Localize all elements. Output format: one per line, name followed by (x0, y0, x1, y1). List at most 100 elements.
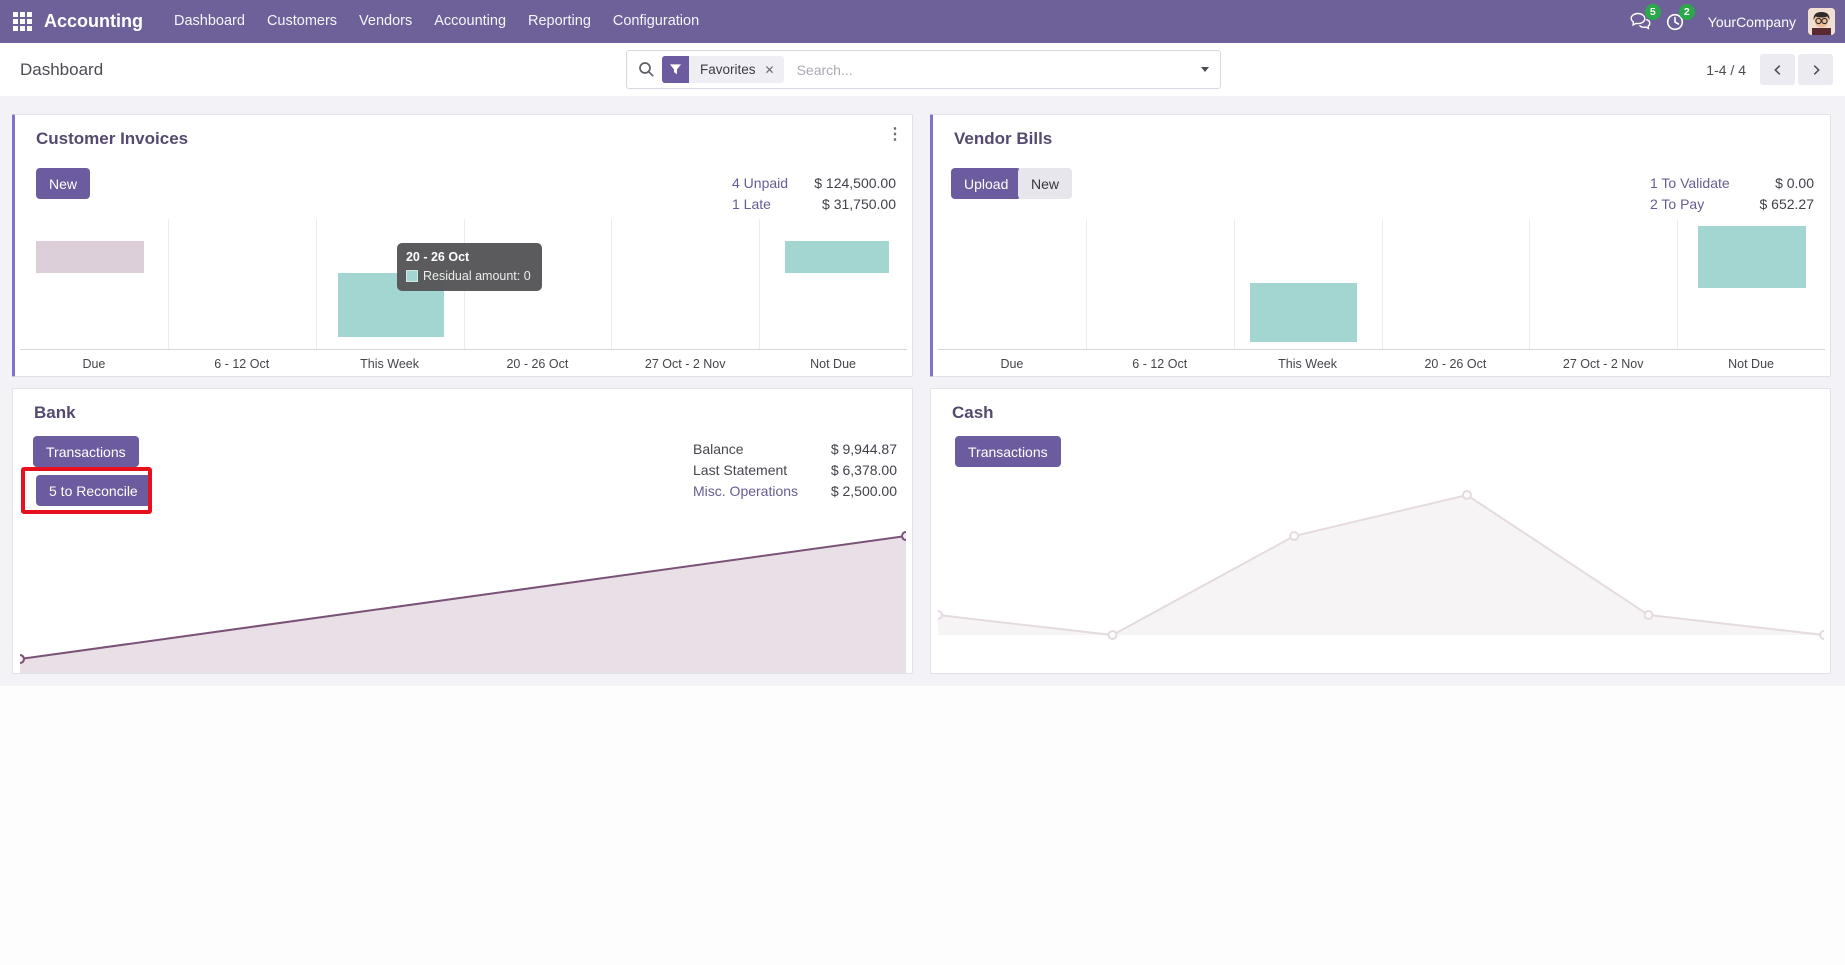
invoice-stats: 4 Unpaid $ 124,500.00 1 Late $ 31,750.00 (732, 172, 896, 214)
activities-button[interactable]: 2 (1658, 3, 1695, 37)
nav-item-reporting[interactable]: Reporting (517, 0, 602, 43)
balance-row: Balance $ 9,944.87 (693, 440, 897, 457)
axis-label: This Week (360, 357, 419, 371)
card-title[interactable]: Cash (952, 403, 994, 423)
nav-item-dashboard[interactable]: Dashboard (163, 0, 256, 43)
vendor-bills-axis-labels: Due 6 - 12 Oct This Week 20 - 26 Oct 27 Oct … (938, 351, 1825, 376)
chart-bar-this-week[interactable] (1250, 282, 1357, 343)
bill-stats: 1 To Validate $ 0.00 2 To Pay $ 652.27 (1650, 172, 1814, 214)
cash-card: Cash Transactions (930, 388, 1831, 674)
reconcile-button[interactable]: 5 to Reconcile (36, 475, 151, 506)
card-title[interactable]: Bank (34, 403, 76, 423)
data-point-marker (1643, 610, 1654, 621)
axis-label: Due (82, 357, 106, 371)
data-point-marker (933, 610, 943, 621)
nav-item-vendors[interactable]: Vendors (348, 0, 423, 43)
apps-grid-icon (12, 12, 32, 31)
chart-gridline (167, 219, 169, 349)
nav-item-configuration[interactable]: Configuration (602, 0, 710, 43)
filter-tag-label: Favorites (700, 62, 756, 77)
chart-bar-not-due[interactable] (785, 240, 890, 273)
messages-button[interactable]: 5 (1624, 3, 1661, 37)
bank-transactions-button[interactable]: Transactions (33, 436, 139, 467)
chart-bar-not-due[interactable] (1698, 225, 1807, 289)
to-validate-link[interactable]: 1 To Validate $ 0.00 (1650, 172, 1814, 193)
new-invoice-button[interactable]: New (36, 168, 91, 199)
nav-right-section: 5 2 YourCompany (1624, 3, 1845, 37)
chart-gridline (759, 219, 761, 349)
bank-card: Bank Transactions 5 to Reconcile Balance… (12, 388, 913, 674)
unpaid-invoices-link[interactable]: 4 Unpaid $ 124,500.00 (732, 172, 896, 193)
upload-bill-button[interactable]: Upload (951, 168, 1022, 199)
filter-remove-icon[interactable]: ✕ (763, 63, 784, 77)
tooltip-label: Residual amount: 0 (422, 269, 531, 284)
user-avatar[interactable] (1808, 8, 1835, 35)
axis-label: Not Due (1728, 357, 1774, 371)
data-point-marker (15, 654, 25, 665)
chart-gridline (1085, 219, 1087, 349)
filter-funnel-icon (662, 56, 689, 83)
axis-label: 27 Oct - 2 Nov (644, 357, 726, 371)
axis-label: 6 - 12 Oct (214, 357, 270, 371)
vendor-bills-card: Vendor Bills Upload New 1 To Validate $ … (930, 114, 1831, 377)
search-bar: Favorites ✕ (626, 50, 1221, 89)
chart-gridline (1381, 219, 1383, 349)
to-pay-link[interactable]: 2 To Pay $ 652.27 (1650, 193, 1814, 214)
chevron-left-icon (1773, 64, 1780, 75)
chart-bar-due[interactable] (35, 240, 145, 273)
card-title[interactable]: Customer Invoices (36, 129, 188, 149)
data-point-marker (901, 531, 911, 542)
new-bill-button[interactable]: New (1018, 168, 1073, 199)
axis-label: 20 - 26 Oct (506, 357, 569, 371)
chart-gridline (315, 219, 317, 349)
breadcrumb[interactable]: Dashboard (20, 43, 103, 96)
customer-invoices-bar-chart: 20 - 26 Oct Residual amount: 0 (20, 219, 907, 350)
pager-range: 1-4 / 4 (1706, 61, 1746, 78)
tooltip-value-row: Residual amount: 0 (405, 269, 531, 284)
bank-line-chart (15, 471, 911, 673)
control-panel: Dashboard Favorites ✕ 1-4 / 4 (0, 43, 1845, 96)
nav-item-accounting[interactable]: Accounting (423, 0, 517, 43)
search-options-toggle[interactable] (1189, 51, 1220, 88)
axis-label: Due (1000, 357, 1024, 371)
card-menu-kebab-icon[interactable]: ⋮ (885, 124, 905, 144)
axis-label: 20 - 26 Oct (1424, 357, 1487, 371)
pager: 1-4 / 4 (1706, 43, 1833, 96)
misc-operations-link[interactable]: Misc. Operations $ 2,500.00 (693, 480, 897, 501)
chart-gridline (611, 219, 613, 349)
axis-label: 27 Oct - 2 Nov (1562, 357, 1644, 371)
search-input[interactable] (794, 60, 1189, 79)
apps-menu-button[interactable] (0, 0, 44, 43)
cash-line-chart (933, 471, 1829, 673)
line-chart-svg (933, 490, 1829, 641)
card-title[interactable]: Vendor Bills (954, 129, 1052, 149)
nav-item-customers[interactable]: Customers (256, 0, 348, 43)
top-nav: Accounting Dashboard Customers Vendors A… (0, 0, 1845, 43)
search-filter-tag: Favorites ✕ (662, 56, 784, 83)
customer-invoices-axis-labels: Due 6 - 12 Oct This Week 20 - 26 Oct 27 Oct … (20, 351, 907, 376)
pager-previous-button[interactable] (1760, 54, 1795, 85)
tooltip-series-swatch (405, 270, 418, 283)
last-statement-row: Last Statement $ 6,378.00 (693, 461, 897, 478)
vendor-bills-bar-chart (938, 219, 1825, 350)
chart-gridline (1529, 219, 1531, 349)
chevron-right-icon (1813, 64, 1820, 75)
chart-gridline (1677, 219, 1679, 349)
tooltip-title: 20 - 26 Oct (405, 250, 470, 265)
cash-transactions-button[interactable]: Transactions (955, 436, 1061, 467)
activities-badge: 2 (1678, 3, 1695, 20)
axis-label: 6 - 12 Oct (1132, 357, 1188, 371)
bank-stats: Balance $ 9,944.87 Last Statement $ 6,37… (693, 438, 897, 501)
chart-tooltip: 20 - 26 Oct Residual amount: 0 (396, 243, 542, 292)
data-point-marker (1289, 531, 1300, 542)
axis-label: This Week (1278, 357, 1337, 371)
data-point-marker (1819, 630, 1829, 641)
customer-invoices-card: Customer Invoices ⋮ New 4 Unpaid $ 124,5… (12, 114, 913, 377)
data-point-marker (1461, 490, 1472, 501)
late-invoices-link[interactable]: 1 Late $ 31,750.00 (732, 193, 896, 214)
avatar-image (1808, 8, 1835, 35)
search-icon (638, 61, 655, 78)
company-name[interactable]: YourCompany (1708, 14, 1796, 30)
line-chart-svg (15, 531, 911, 673)
pager-next-button[interactable] (1798, 54, 1833, 85)
